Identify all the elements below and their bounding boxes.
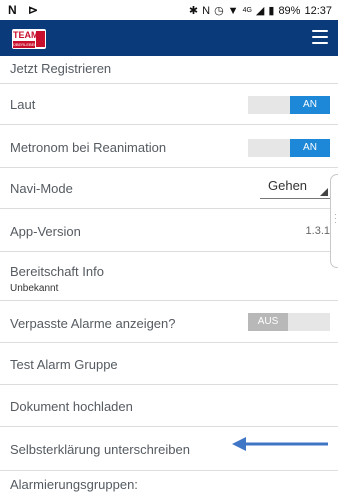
settings-list: Jetzt Registrieren Laut AN Metronom bei … xyxy=(0,56,338,494)
side-drawer-handle[interactable]: · · · xyxy=(330,174,338,268)
test-alarm-row[interactable]: Test Alarm Gruppe xyxy=(0,343,338,385)
app-version-row: App-Version 1.3.1 xyxy=(0,209,338,252)
navi-mode-label: Navi-Mode xyxy=(10,181,73,196)
hamburger-menu-icon[interactable] xyxy=(312,30,328,44)
logo-badge xyxy=(36,31,45,47)
bereitschaft-value: Unbekannt xyxy=(10,283,59,294)
metronom-toggle-state: AN xyxy=(290,139,330,157)
annotation-arrow-icon xyxy=(232,437,328,451)
alarmierungsgruppen-label: Alarmierungsgruppen: xyxy=(10,477,138,492)
verpasste-toggle-state: AUS xyxy=(248,313,288,331)
signal-icon: ◢ xyxy=(255,5,265,17)
app-logo[interactable]: TEAM ÜBERLEBEN xyxy=(12,29,46,49)
dokument-row[interactable]: Dokument hochladen xyxy=(0,385,338,427)
wifi-icon: ▼ xyxy=(227,4,239,17)
verpasste-toggle[interactable]: AUS xyxy=(248,313,330,331)
register-label: Jetzt Registrieren xyxy=(10,61,112,76)
laut-label: Laut xyxy=(10,97,36,112)
metronom-label: Metronom bei Reanimation xyxy=(10,140,167,155)
selbsterklaerung-label: Selbsterklärung unterschreiben xyxy=(10,442,190,457)
app-version-label: App-Version xyxy=(10,224,81,239)
logo-text: TEAM xyxy=(13,30,39,40)
verpasste-label: Verpasste Alarme anzeigen? xyxy=(10,316,176,331)
metronom-row: Metronom bei Reanimation AN xyxy=(0,125,338,168)
drag-handle-icon: · · · xyxy=(334,210,337,227)
laut-row: Laut AN xyxy=(0,84,338,125)
clock: 12:37 xyxy=(304,4,332,17)
laut-toggle[interactable]: AN xyxy=(248,96,330,114)
battery-icon: ▮ xyxy=(268,5,275,17)
status-icons: ✱ N ◷ ▼ 4G ◢ ▮ 89% 12:37 xyxy=(188,4,332,18)
dropdown-triangle-icon xyxy=(320,188,328,196)
network-type: 4G xyxy=(242,7,252,14)
dokument-label: Dokument hochladen xyxy=(10,399,133,414)
bereitschaft-row: Bereitschaft Info Unbekannt xyxy=(0,252,338,301)
navi-mode-value: Gehen xyxy=(268,178,308,193)
status-bar: N ⊳ ✱ N ◷ ▼ 4G ◢ ▮ 89% 12:37 xyxy=(0,0,338,20)
battery-percent: 89% xyxy=(278,4,301,17)
app-version-value: 1.3.1 xyxy=(305,225,330,237)
metronom-toggle[interactable]: AN xyxy=(248,139,330,157)
laut-toggle-state: AN xyxy=(290,96,330,114)
alarm-icon: ◷ xyxy=(214,5,224,17)
bluetooth-icon: ✱ xyxy=(188,5,199,17)
logo-subtext: ÜBERLEBEN xyxy=(13,41,38,48)
alarmierungsgruppen-row[interactable]: Alarmierungsgruppen: xyxy=(0,471,338,494)
navi-mode-row: Navi-Mode Gehen xyxy=(0,168,338,209)
navi-mode-select[interactable]: Gehen xyxy=(260,176,330,199)
nfc-icon: N xyxy=(202,4,211,17)
bereitschaft-label: Bereitschaft Info xyxy=(10,264,104,279)
app-bar: TEAM ÜBERLEBEN xyxy=(0,20,338,56)
test-alarm-label: Test Alarm Gruppe xyxy=(10,357,118,372)
verpasste-row: Verpasste Alarme anzeigen? AUS xyxy=(0,301,338,343)
notification-icons: N ⊳ xyxy=(8,3,43,17)
register-row[interactable]: Jetzt Registrieren xyxy=(0,56,338,84)
